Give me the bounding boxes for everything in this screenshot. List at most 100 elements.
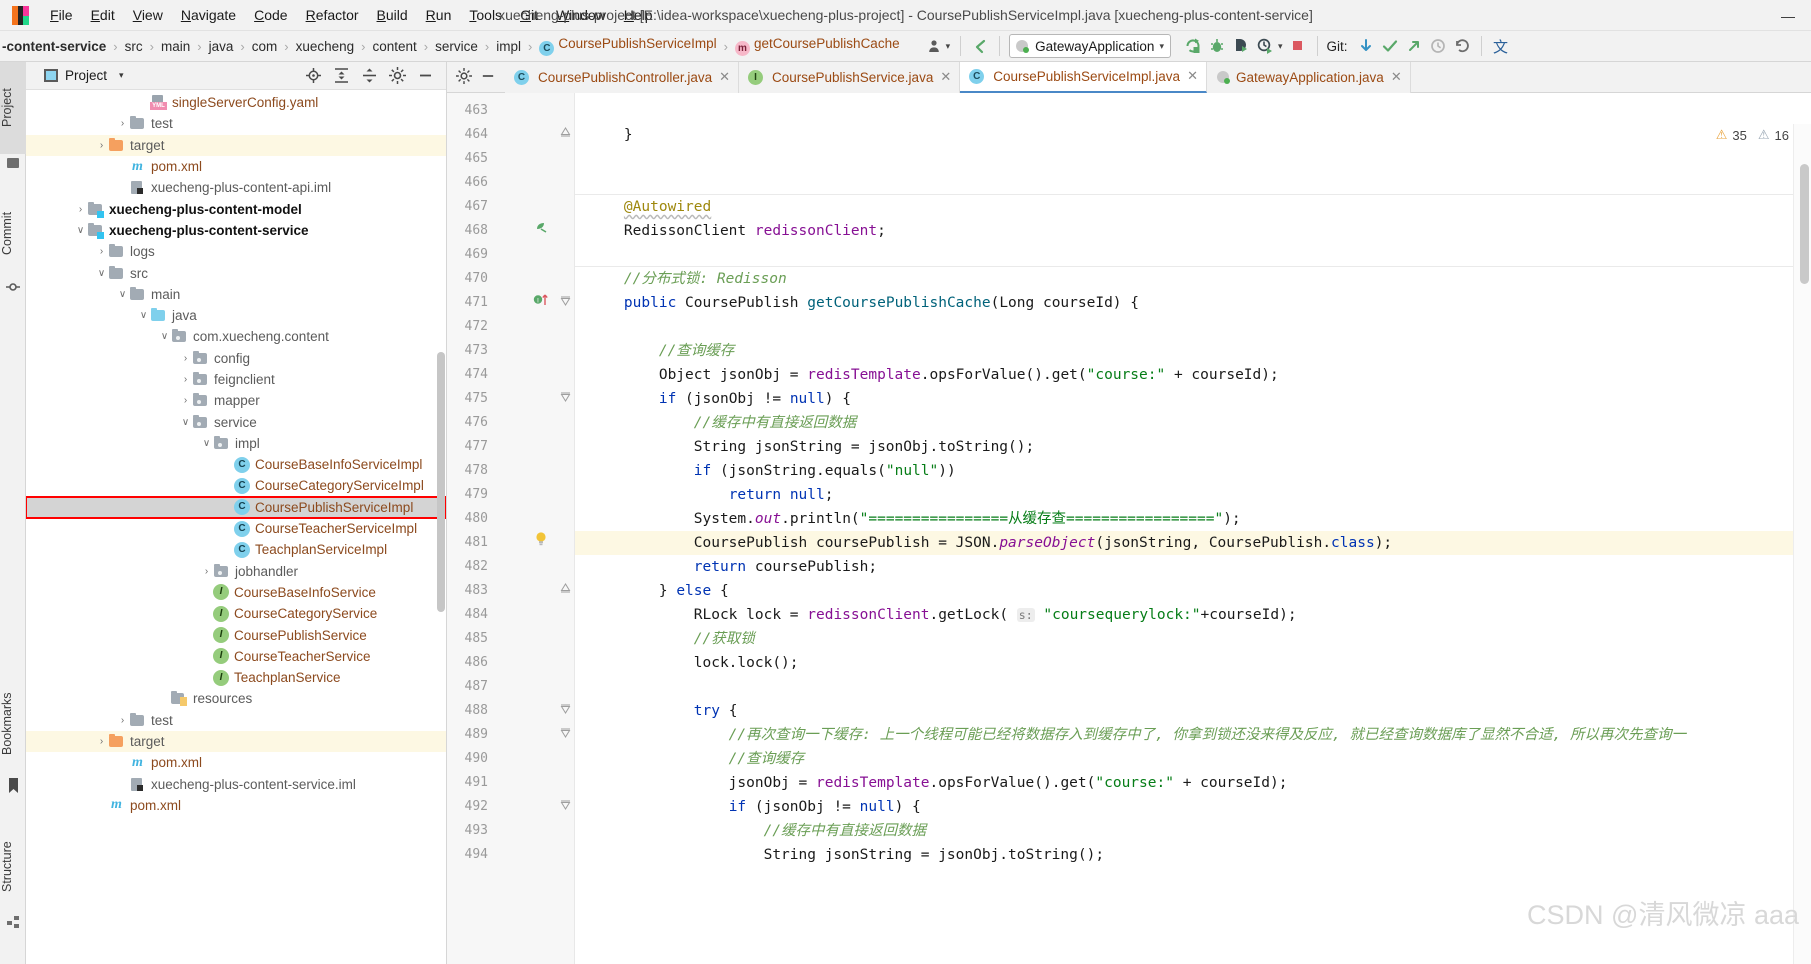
tree-item-coursepublishserviceimpl[interactable]: C CoursePublishServiceImpl xyxy=(26,495,446,519)
tree-item-xuecheng-plus-content-model[interactable]: › xuecheng-plus-content-model xyxy=(26,198,446,219)
menu-window[interactable]: Window xyxy=(547,4,615,26)
gear-icon[interactable] xyxy=(456,67,472,87)
code-line-472[interactable] xyxy=(575,315,1811,339)
debug-icon[interactable] xyxy=(1205,34,1229,58)
editor-tab-coursepublishserviceimpl-java[interactable]: C CoursePublishServiceImpl.java ✕ xyxy=(960,61,1207,93)
tree-item-coursebaseinfoserviceimpl[interactable]: C CourseBaseInfoServiceImpl xyxy=(26,454,446,475)
tree-item-xuecheng-plus-content-service-iml[interactable]: xuecheng-plus-content-service.iml xyxy=(26,774,446,795)
stop-icon[interactable] xyxy=(1286,34,1310,58)
sidebar-item-bookmarks[interactable]: Bookmarks xyxy=(0,674,26,774)
sidebar-item-commit[interactable]: Commit xyxy=(0,190,26,276)
code-line-491[interactable]: jsonObj = redisTemplate.opsForValue().ge… xyxy=(575,771,1811,795)
breadcrumb[interactable]: -content-service › src › main › java › com › xuech… xyxy=(0,36,902,56)
code-line-492[interactable]: if (jsonObj != null) { xyxy=(575,795,1811,819)
tree-item-coursecategoryservice[interactable]: I CourseCategoryService xyxy=(26,603,446,624)
code-line-494[interactable]: String jsonString = jsonObj.toString(); xyxy=(575,843,1811,867)
code-line-479[interactable]: return null; xyxy=(575,483,1811,507)
code-line-477[interactable]: String jsonString = jsonObj.toString(); xyxy=(575,435,1811,459)
collapse-all-icon[interactable] xyxy=(361,67,378,84)
fold-start-icon[interactable] xyxy=(555,723,575,747)
tree-item-config[interactable]: › config xyxy=(26,348,446,369)
tree-item-resources[interactable]: resources xyxy=(26,688,446,709)
chevron-down-icon[interactable]: ▾ xyxy=(119,70,124,81)
project-tree-scrollbar[interactable] xyxy=(437,352,445,612)
menu-edit[interactable]: Edit xyxy=(82,4,124,26)
chevron-right-icon[interactable]: › xyxy=(95,736,108,747)
chevron-right-icon[interactable]: › xyxy=(95,246,108,257)
profiler-icon[interactable]: ▾ xyxy=(1253,34,1286,58)
tree-item-coursepublishservice[interactable]: I CoursePublishService xyxy=(26,624,446,645)
tree-item-singleserverconfig-yaml[interactable]: YML singleServerConfig.yaml xyxy=(26,92,446,113)
fold-start-icon[interactable] xyxy=(555,291,575,315)
project-tree[interactable]: YML singleServerConfig.yaml › test › target m p… xyxy=(26,90,446,964)
window-controls[interactable]: — xyxy=(1765,0,1811,31)
tree-item-pom-xml[interactable]: m pom.xml xyxy=(26,156,446,177)
code-line-485[interactable]: //获取锁 xyxy=(575,627,1811,651)
code-line-466[interactable] xyxy=(575,171,1811,195)
code-line-464[interactable]: } xyxy=(575,123,1811,147)
chevron-right-icon[interactable]: › xyxy=(116,715,129,726)
menu-tools[interactable]: Tools xyxy=(460,4,511,26)
code-line-475[interactable]: if (jsonObj != null) { xyxy=(575,387,1811,411)
breadcrumb-item-impl[interactable]: impl xyxy=(494,39,523,54)
code-line-469[interactable] xyxy=(575,243,1811,267)
bean-icon[interactable] xyxy=(531,219,551,243)
code-line-483[interactable]: } else { xyxy=(575,579,1811,603)
editor-markup-scrollbar[interactable] xyxy=(1793,124,1811,964)
code-line-474[interactable]: Object jsonObj = redisTemplate.opsForVal… xyxy=(575,363,1811,387)
code-line-478[interactable]: if (jsonString.equals("null")) xyxy=(575,459,1811,483)
run-icon[interactable] xyxy=(1181,34,1205,58)
tree-item-src[interactable]: ∨ src xyxy=(26,262,446,283)
editor-tab-coursepublishcontroller-java[interactable]: C CoursePublishController.java ✕ xyxy=(505,61,739,93)
breadcrumb-item-coursepublishserviceimpl[interactable]: C CoursePublishServiceImpl xyxy=(537,36,718,56)
tree-item-coursebaseinfoservice[interactable]: I CourseBaseInfoService xyxy=(26,582,446,603)
back-arrow-icon[interactable] xyxy=(968,34,992,58)
close-icon[interactable]: ✕ xyxy=(1391,69,1402,85)
code-line-473[interactable]: //查询缓存 xyxy=(575,339,1811,363)
menu-build[interactable]: Build xyxy=(368,4,417,26)
tree-item-com-xuecheng-content[interactable]: ∨ com.xuecheng.content xyxy=(26,326,446,347)
breadcrumb-item-xuecheng[interactable]: xuecheng xyxy=(294,39,357,54)
breadcrumb-item-main[interactable]: main xyxy=(159,39,192,54)
tree-item-coursecategoryserviceimpl[interactable]: C CourseCategoryServiceImpl xyxy=(26,475,446,496)
sidebar-item-structure[interactable]: Structure xyxy=(0,822,26,912)
menu-code[interactable]: Code xyxy=(245,4,296,26)
code-line-480[interactable]: System.out.println("================从缓存查… xyxy=(575,507,1811,531)
locate-target-icon[interactable] xyxy=(305,67,322,84)
code-line-468[interactable]: RedissonClient redissonClient; xyxy=(575,219,1811,243)
code-line-493[interactable]: //缓存中有直接返回数据 xyxy=(575,819,1811,843)
menu-navigate[interactable]: Navigate xyxy=(172,4,245,26)
code-lines[interactable]: } @Autowired RedissonClient redissonClie… xyxy=(575,93,1811,964)
code-line-465[interactable] xyxy=(575,147,1811,171)
chevron-right-icon[interactable]: › xyxy=(95,140,108,151)
tree-item-pom-xml[interactable]: m pom.xml xyxy=(26,752,446,773)
code-line-486[interactable]: lock.lock(); xyxy=(575,651,1811,675)
tree-item-jobhandler[interactable]: › jobhandler xyxy=(26,561,446,582)
sidebar-item-project[interactable]: Project xyxy=(0,62,26,154)
expand-all-icon[interactable] xyxy=(333,67,350,84)
breadcrumb-item-service[interactable]: service xyxy=(433,39,480,54)
close-icon[interactable]: ✕ xyxy=(1187,68,1198,84)
tree-item-test[interactable]: › test xyxy=(26,710,446,731)
code-line-470[interactable]: //分布式锁: Redisson xyxy=(575,267,1811,291)
tree-item-logs[interactable]: › logs xyxy=(26,241,446,262)
breadcrumb-item-src[interactable]: src xyxy=(123,39,145,54)
chevron-down-icon[interactable]: ∨ xyxy=(137,310,150,321)
chevron-down-icon[interactable]: ∨ xyxy=(116,289,129,300)
tree-item-java[interactable]: ∨ java xyxy=(26,305,446,326)
chevron-down-icon[interactable]: ∨ xyxy=(74,225,87,236)
code-line-488[interactable]: try { xyxy=(575,699,1811,723)
code-line-482[interactable]: return coursePublish; xyxy=(575,555,1811,579)
code-line-463[interactable] xyxy=(575,99,1811,123)
code-editor[interactable]: 463 464 465 466 467 468 469 470 471 I 472 473 474 475… xyxy=(447,93,1811,964)
breadcrumb-item-com[interactable]: com xyxy=(250,39,280,54)
editor-tab-gatewayapplication-java[interactable]: GatewayApplication.java ✕ xyxy=(1206,61,1411,93)
intention-bulb-icon[interactable] xyxy=(531,531,551,555)
breadcrumb-item-getcoursepublishcache[interactable]: m getCoursePublishCache xyxy=(733,36,902,56)
git-history-icon[interactable] xyxy=(1426,34,1450,58)
tree-item-impl[interactable]: ∨ impl xyxy=(26,433,446,454)
tree-item-pom-xml[interactable]: m pom.xml xyxy=(26,795,446,816)
chevron-right-icon[interactable]: › xyxy=(74,204,87,215)
override-icon[interactable]: I xyxy=(531,291,551,315)
tree-item-courseteacherservice[interactable]: I CourseTeacherService xyxy=(26,646,446,667)
